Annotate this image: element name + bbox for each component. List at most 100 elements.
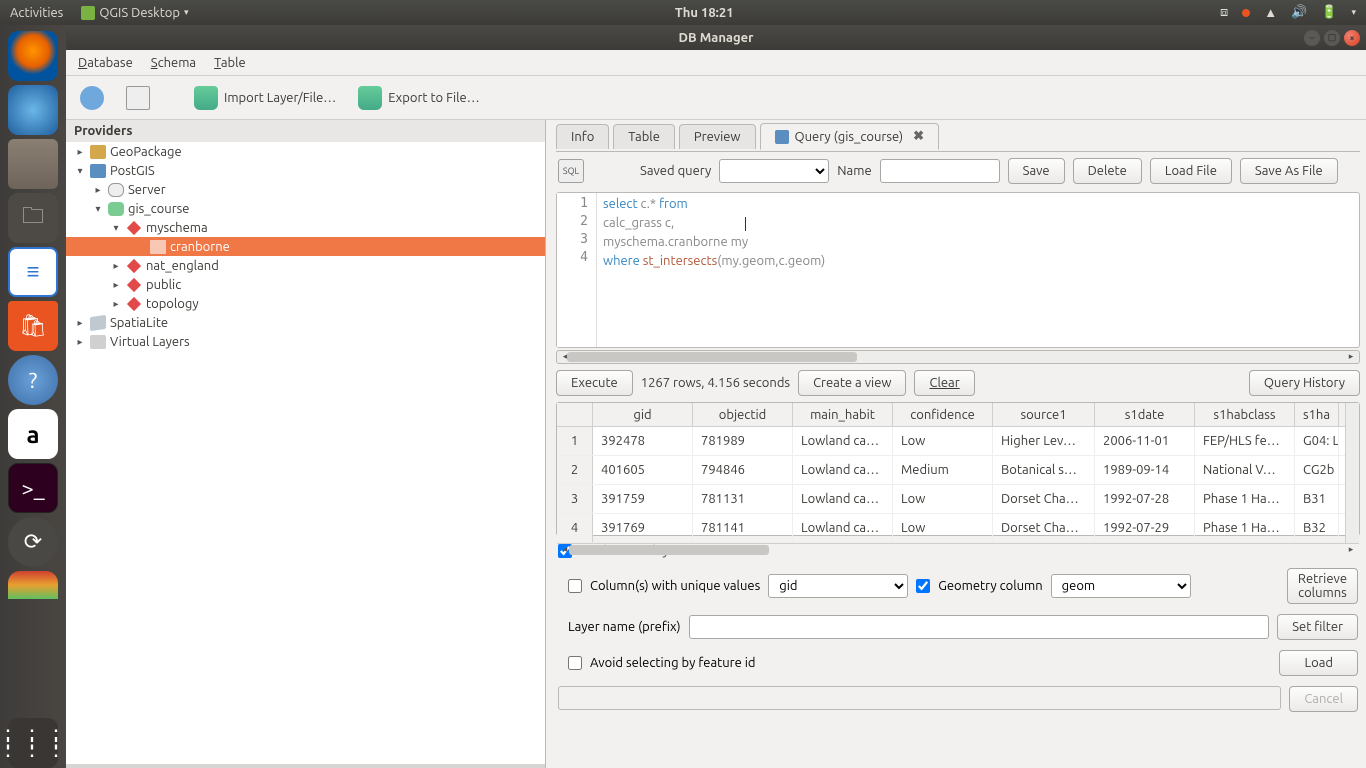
tree-myschema[interactable]: ▾myschema [66, 218, 545, 237]
layer-prefix-input[interactable] [689, 615, 1270, 639]
th-objectid[interactable]: objectid [693, 403, 793, 426]
th-main-habit[interactable]: main_habit [793, 403, 893, 426]
panel-resize-handle[interactable] [66, 764, 545, 768]
avoid-fid-label: Avoid selecting by feature id [590, 656, 756, 670]
tree-server[interactable]: ▸Server [66, 180, 545, 199]
scroll-right-icon[interactable]: ▸ [1345, 351, 1357, 362]
menu-database[interactable]: Database [78, 56, 133, 70]
sql-button[interactable]: SQL [558, 159, 584, 183]
tree-geopackage[interactable]: ▸GeoPackage [66, 142, 545, 161]
import-icon [194, 86, 218, 110]
chevron-down-icon: ▾ [1351, 7, 1356, 18]
close-icon[interactable]: ✖ [913, 129, 924, 144]
results-body[interactable]: 1392478781989Lowland ca…LowHigher Lev…20… [557, 427, 1345, 543]
tree-virtual-layers[interactable]: ▸Virtual Layers [66, 332, 545, 351]
writer-icon[interactable]: ≡ [8, 247, 58, 297]
tree-topology[interactable]: ▸topology [66, 294, 545, 313]
cancel-button: Cancel [1289, 686, 1358, 712]
sql-window-button[interactable] [120, 82, 156, 114]
export-file-button[interactable]: Export to File… [352, 82, 485, 114]
results-vscrollbar[interactable] [1345, 403, 1359, 543]
saved-query-label: Saved query [640, 164, 711, 178]
results-hscrollbar[interactable]: ◂ ▸ [557, 543, 1359, 544]
menu-table[interactable]: Table [214, 56, 246, 70]
show-apps-icon[interactable]: ⋮⋮⋮⋮⋮⋮ [8, 718, 58, 768]
minimize-button[interactable]: – [1304, 30, 1320, 46]
tree-gis-course[interactable]: ▾gis_course [66, 199, 545, 218]
scroll-right-icon[interactable]: ▸ [1345, 544, 1357, 555]
table-row[interactable]: 1392478781989Lowland ca…LowHigher Lev…20… [557, 427, 1345, 456]
activities-button[interactable]: Activities [10, 6, 63, 20]
save-button[interactable]: Save [1008, 158, 1065, 184]
geometry-column-select[interactable]: geom [1051, 574, 1191, 598]
status-area[interactable]: ⧈ ▲ 🔊 🔋 ▾ [1220, 5, 1356, 20]
clock[interactable]: Thu 18:21 [189, 6, 1220, 20]
execute-button[interactable]: Execute [556, 370, 633, 396]
providers-tree[interactable]: ▸GeoPackage ▾PostGIS ▸Server ▾gis_course… [66, 142, 545, 764]
terminal-icon[interactable]: >_ [8, 463, 58, 513]
editor-content[interactable]: select c.* from calc_grass c, myschema.c… [597, 193, 1359, 347]
query-name-input[interactable] [880, 159, 1000, 183]
table-row[interactable]: 2401605794846Lowland ca…MediumBotanical … [557, 456, 1345, 485]
tab-info[interactable]: Info [556, 124, 609, 149]
th-source1[interactable]: source1 [993, 403, 1095, 426]
scroll-thumb[interactable] [569, 545, 769, 555]
results-table[interactable]: gid objectid main_habit confidence sourc… [557, 403, 1345, 543]
clear-button[interactable]: Clear [914, 370, 974, 396]
window-titlebar[interactable]: DB Manager – ▢ × [66, 25, 1366, 50]
app-menu[interactable]: QGIS Desktop ▾ [81, 6, 188, 20]
load-button[interactable]: Load [1279, 650, 1358, 676]
table-row[interactable]: 3391759781131Lowland ca…LowDorset Cha…19… [557, 485, 1345, 514]
set-filter-button[interactable]: Set filter [1277, 614, 1358, 640]
tree-nat-england[interactable]: ▸nat_england [66, 256, 545, 275]
th-s1date[interactable]: s1date [1095, 403, 1195, 426]
geometry-column-checkbox[interactable] [916, 579, 930, 593]
avoid-fid-checkbox[interactable] [568, 656, 582, 670]
th-s1ha[interactable]: s1ha [1295, 403, 1339, 426]
tab-query[interactable]: Query (gis_course) ✖ [760, 123, 939, 150]
tree-cranborne[interactable]: cranborne [66, 237, 545, 256]
tree-spatialite[interactable]: ▸SpatiaLite [66, 313, 545, 332]
th-s1habclass[interactable]: s1habclass [1195, 403, 1295, 426]
th-rownum[interactable] [557, 403, 593, 426]
firefox-icon[interactable] [8, 31, 58, 81]
volume-icon[interactable]: 🔊 [1291, 5, 1307, 20]
tab-table[interactable]: Table [613, 124, 675, 149]
amazon-icon[interactable]: a [8, 409, 58, 459]
saved-query-select[interactable] [719, 159, 829, 183]
battery-icon[interactable]: 🔋 [1321, 5, 1337, 20]
ubuntu-dock: 🗀 ≡ 🛍 ? a >_ ⟳ ⋮⋮⋮⋮⋮⋮ [0, 25, 66, 768]
sql-editor[interactable]: 1234 select c.* from calc_grass c, mysch… [556, 192, 1360, 348]
unique-columns-checkbox[interactable] [568, 579, 582, 593]
import-layer-button[interactable]: Import Layer/File… [188, 82, 342, 114]
dropbox-icon[interactable]: ⧈ [1220, 5, 1228, 20]
help-icon[interactable]: ? [8, 355, 58, 405]
th-confidence[interactable]: confidence [893, 403, 993, 426]
archive-icon[interactable]: 🗀 [8, 193, 58, 243]
create-view-button[interactable]: Create a view [798, 370, 906, 396]
unique-columns-select[interactable]: gid [768, 574, 908, 598]
ubuntu-software-icon[interactable]: 🛍 [8, 301, 58, 351]
providers-title: Providers [66, 120, 545, 142]
tree-postgis[interactable]: ▾PostGIS [66, 161, 545, 180]
query-history-button[interactable]: Query History [1249, 370, 1360, 396]
th-gid[interactable]: gid [593, 403, 693, 426]
files-icon[interactable] [8, 139, 58, 189]
close-button[interactable]: × [1344, 30, 1360, 46]
rainbow-icon[interactable] [8, 571, 58, 599]
db-manager-window: DB Manager – ▢ × Database Schema Table I… [66, 25, 1366, 768]
software-updater-icon[interactable]: ⟳ [8, 517, 58, 567]
retrieve-columns-button[interactable]: Retrieve columns [1287, 568, 1358, 604]
wifi-icon[interactable]: ▲ [1264, 5, 1277, 20]
refresh-button[interactable] [74, 82, 110, 114]
delete-button[interactable]: Delete [1073, 158, 1142, 184]
menu-schema[interactable]: Schema [151, 56, 196, 70]
editor-hscrollbar[interactable]: ◂ ▸ [556, 350, 1360, 364]
tab-preview[interactable]: Preview [679, 124, 756, 149]
load-file-button[interactable]: Load File [1150, 158, 1232, 184]
maximize-button[interactable]: ▢ [1324, 30, 1340, 46]
thunderbird-icon[interactable] [8, 85, 58, 135]
scroll-thumb[interactable] [567, 352, 857, 362]
save-as-file-button[interactable]: Save As File [1240, 158, 1338, 184]
tree-public[interactable]: ▸public [66, 275, 545, 294]
